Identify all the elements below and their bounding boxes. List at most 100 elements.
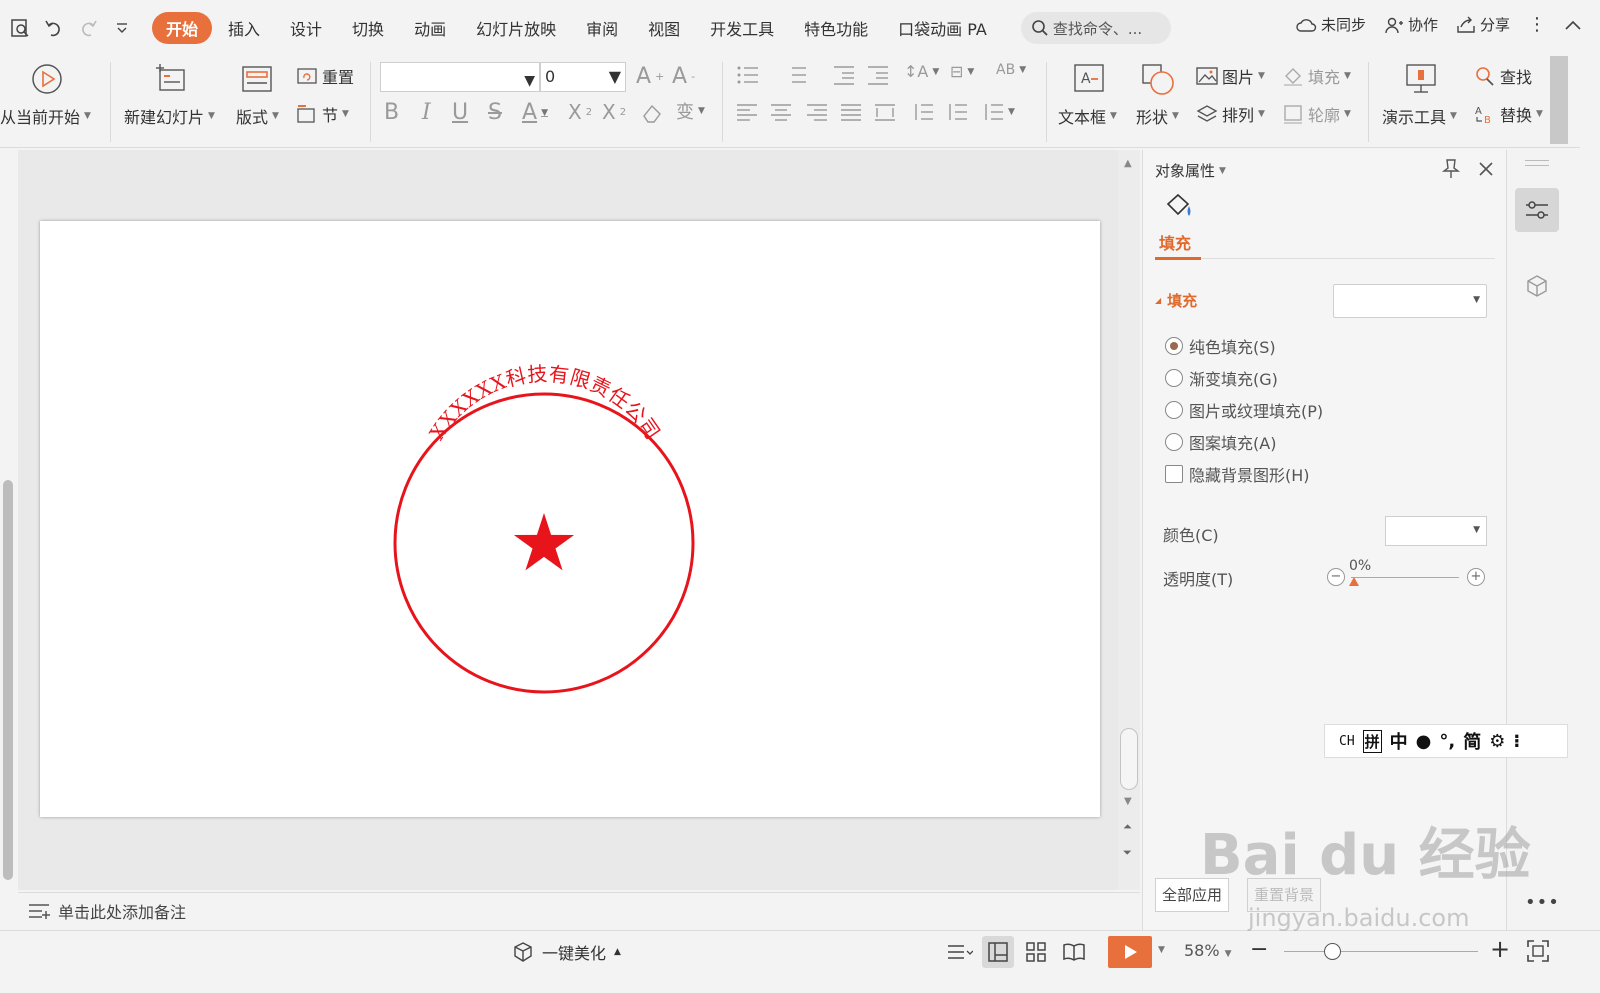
fill-section-header[interactable]: ◢ 填充 bbox=[1155, 290, 1197, 311]
new-slide-button[interactable]: 新建幻灯片 ▼ bbox=[124, 104, 215, 128]
option-picture-texture-fill[interactable]: 图片或纹理填充(P) bbox=[1165, 398, 1323, 422]
slide-sorter-view-icon[interactable] bbox=[1020, 936, 1052, 968]
minus-icon[interactable]: − bbox=[1327, 568, 1345, 586]
bold-icon[interactable]: B bbox=[384, 100, 399, 125]
italic-icon[interactable]: I bbox=[422, 100, 431, 125]
command-search[interactable]: 查找命令、... bbox=[1020, 12, 1171, 44]
ime-ch[interactable]: CH bbox=[1339, 734, 1355, 749]
reset-button[interactable]: 重置 bbox=[296, 64, 354, 88]
option-pattern-fill[interactable]: 图案填充(A) bbox=[1165, 430, 1276, 454]
ime-more-icon[interactable]: ⁝ bbox=[1513, 731, 1520, 752]
notes-bar[interactable]: 单击此处添加备注 bbox=[18, 892, 1140, 928]
checkbox-hide-background[interactable] bbox=[1165, 465, 1183, 483]
radio-pattern-fill[interactable] bbox=[1165, 433, 1183, 451]
slideshow-dropdown-icon[interactable]: ▼ bbox=[1158, 945, 1165, 955]
zoom-level[interactable]: 58% ▼ bbox=[1184, 941, 1232, 960]
ime-fullwidth-icon[interactable]: ● bbox=[1416, 731, 1432, 752]
numbering-icon[interactable] bbox=[784, 64, 814, 86]
tab-fill-icon[interactable] bbox=[1157, 192, 1201, 226]
play-from-current-button[interactable] bbox=[30, 62, 64, 96]
collapse-ribbon-icon[interactable] bbox=[1564, 19, 1582, 31]
align-left-icon[interactable] bbox=[736, 102, 758, 122]
play-from-current-label[interactable]: 从当前开始 ▼ bbox=[0, 104, 91, 128]
shape-icon[interactable] bbox=[1140, 62, 1176, 96]
thumbnail-scrollbar[interactable] bbox=[3, 480, 13, 880]
fit-to-window-icon[interactable] bbox=[1526, 939, 1550, 967]
scroll-thumb[interactable] bbox=[1120, 728, 1138, 790]
slider-handle[interactable] bbox=[1349, 577, 1359, 586]
collaborate-button[interactable]: 协作 bbox=[1384, 14, 1438, 35]
presenter-tools-button[interactable]: 演示工具 ▼ bbox=[1382, 104, 1457, 128]
collapse-handle-icon[interactable] bbox=[1525, 160, 1549, 166]
plus-icon[interactable]: + bbox=[1467, 568, 1485, 586]
strikethrough-icon[interactable]: S bbox=[488, 100, 502, 125]
tab-design[interactable]: 设计 bbox=[276, 12, 336, 44]
one-click-beautify-button[interactable]: 一键美化 ▲ bbox=[512, 940, 621, 964]
layout-icon[interactable] bbox=[240, 64, 274, 94]
superscript-icon[interactable]: X2 bbox=[568, 100, 592, 124]
line-spacing-icon[interactable] bbox=[912, 102, 934, 122]
outline-button[interactable]: 轮廓 ▼ bbox=[1282, 102, 1351, 126]
subscript-icon[interactable]: X2 bbox=[602, 100, 626, 124]
radio-picture-fill[interactable] bbox=[1165, 401, 1183, 419]
underline-icon[interactable]: U bbox=[452, 100, 468, 125]
convert-smartart-icon[interactable]: AB ▼ bbox=[996, 62, 1026, 78]
ime-chinese-mode[interactable]: 中 bbox=[1390, 728, 1408, 754]
font-color-icon[interactable]: A ▼ bbox=[522, 100, 548, 125]
color-picker[interactable]: ▼ bbox=[1385, 516, 1487, 546]
tab-insert[interactable]: 插入 bbox=[214, 12, 274, 44]
fill-button[interactable]: 填充 ▼ bbox=[1282, 64, 1351, 88]
zoom-out-icon[interactable]: − bbox=[1250, 937, 1268, 962]
transparency-slider[interactable]: − 0% + bbox=[1327, 558, 1487, 590]
zoom-slider-track[interactable] bbox=[1284, 951, 1478, 952]
zoom-in-icon[interactable]: + bbox=[1490, 935, 1510, 963]
font-family-select[interactable]: ▼ bbox=[380, 62, 540, 92]
slideshow-play-button[interactable] bbox=[1108, 936, 1152, 968]
bullets-icon[interactable] bbox=[736, 64, 766, 86]
decrease-indent-icon[interactable] bbox=[832, 64, 856, 86]
sync-button[interactable]: 未同步 bbox=[1295, 14, 1366, 35]
tab-developer[interactable]: 开发工具 bbox=[696, 12, 788, 44]
scroll-down-icon[interactable]: ▼ bbox=[1124, 796, 1132, 807]
shape-button[interactable]: 形状 ▼ bbox=[1136, 104, 1179, 128]
slider-track[interactable] bbox=[1351, 577, 1459, 578]
picture-button[interactable]: 图片 ▼ bbox=[1196, 64, 1265, 88]
tab-home[interactable]: 开始 bbox=[152, 12, 213, 44]
ime-settings-icon[interactable]: ⚙ bbox=[1489, 731, 1505, 752]
notes-view-icon[interactable] bbox=[944, 936, 976, 968]
customize-quick-access-icon[interactable] bbox=[108, 14, 136, 42]
tab-pocket-animation[interactable]: 口袋动画 PA bbox=[884, 12, 1001, 44]
pane-title[interactable]: 对象属性 ▼ bbox=[1155, 160, 1226, 181]
font-size-select[interactable]: 0 ▼ bbox=[540, 62, 626, 92]
find-button[interactable]: 查找 bbox=[1474, 64, 1532, 88]
more-menu-icon[interactable]: ⋮ bbox=[1528, 14, 1546, 35]
company-seal[interactable]: XXXXXX科技有限责任公司 bbox=[40, 221, 1100, 817]
more-options-icon[interactable]: ••• bbox=[1525, 892, 1560, 913]
previous-slide-icon[interactable]: ⏶ bbox=[1123, 820, 1132, 834]
replace-button[interactable]: AB 替换 ▼ bbox=[1474, 102, 1543, 126]
decrease-font-icon[interactable]: A- bbox=[672, 64, 695, 89]
clear-format-icon[interactable] bbox=[640, 102, 664, 124]
tab-review[interactable]: 审阅 bbox=[572, 12, 632, 44]
ime-toolbar[interactable]: CH 拼 中 ● °, 简 ⚙ ⁝ bbox=[1324, 724, 1568, 758]
radio-gradient-fill[interactable] bbox=[1165, 369, 1183, 387]
tab-animations[interactable]: 动画 bbox=[400, 12, 460, 44]
distribute-icon[interactable] bbox=[874, 102, 896, 122]
next-slide-icon[interactable]: ⏷ bbox=[1123, 846, 1132, 860]
3d-box-button[interactable] bbox=[1515, 264, 1559, 308]
pin-icon[interactable] bbox=[1441, 158, 1461, 184]
reading-view-icon[interactable] bbox=[1058, 936, 1090, 968]
arrange-button[interactable]: 排列 ▼ bbox=[1196, 102, 1265, 126]
redo-icon[interactable] bbox=[74, 14, 102, 42]
tab-transitions[interactable]: 切换 bbox=[338, 12, 398, 44]
share-button[interactable]: 分享 bbox=[1456, 14, 1510, 35]
ime-punctuation-icon[interactable]: °, bbox=[1439, 731, 1455, 752]
new-slide-icon[interactable] bbox=[154, 62, 188, 94]
editor-vertical-scrollbar[interactable]: ▲ ▼ ⏶ ⏷ bbox=[1118, 150, 1140, 890]
presenter-tools-icon[interactable] bbox=[1404, 62, 1438, 94]
increase-font-icon[interactable]: A + bbox=[636, 64, 664, 89]
fill-type-select[interactable]: ▼ bbox=[1333, 284, 1487, 318]
ribbon-scroll-handle[interactable] bbox=[1550, 56, 1568, 144]
justify-icon[interactable] bbox=[840, 102, 862, 122]
text-direction-icon[interactable]: ↕A ▼ bbox=[904, 62, 939, 81]
